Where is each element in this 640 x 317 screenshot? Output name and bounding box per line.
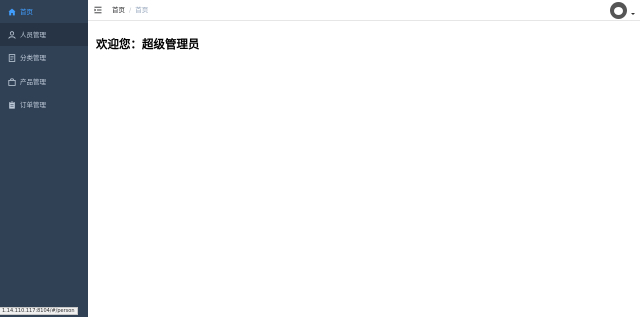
- sidebar: 首页 人员管理 分类管理 产品管理 订单管理 1.14.110.117:8104…: [0, 0, 88, 317]
- breadcrumb-home-link[interactable]: 首页: [112, 6, 125, 14]
- user-icon: [8, 30, 16, 39]
- breadcrumb-separator: /: [129, 6, 132, 14]
- breadcrumb: 首页 / 首页: [112, 6, 148, 14]
- sidebar-item-category[interactable]: 分类管理: [0, 46, 88, 69]
- clipboard-icon: [8, 100, 16, 109]
- sidebar-item-label: 人员管理: [20, 30, 46, 39]
- caret-down-icon[interactable]: [631, 13, 635, 15]
- home-icon: [8, 8, 16, 16]
- sidebar-item-personnel[interactable]: 人员管理: [0, 23, 88, 46]
- sidebar-item-label: 产品管理: [20, 77, 46, 86]
- bag-icon: [8, 77, 16, 86]
- sidebar-item-label: 订单管理: [20, 100, 46, 109]
- welcome-heading: 欢迎您：超级管理员: [96, 37, 200, 51]
- sidebar-item-order[interactable]: 订单管理: [0, 93, 88, 116]
- sidebar-item-label: 分类管理: [20, 53, 46, 62]
- navbar: 首页 / 首页: [88, 0, 640, 21]
- sidebar-item-product[interactable]: 产品管理: [0, 70, 88, 93]
- status-url: 1.14.110.117:8104/#/person: [0, 307, 78, 315]
- avatar-icon[interactable]: [610, 2, 627, 19]
- sidebar-item-label: 首页: [20, 7, 33, 16]
- main-area: 首页 / 首页 欢迎您：超级管理员: [88, 0, 640, 317]
- avatar-face: [614, 6, 623, 15]
- hamburger-icon[interactable]: [94, 6, 102, 14]
- document-icon: [8, 53, 16, 62]
- breadcrumb-current: 首页: [135, 6, 149, 14]
- sidebar-item-home[interactable]: 首页: [0, 0, 88, 23]
